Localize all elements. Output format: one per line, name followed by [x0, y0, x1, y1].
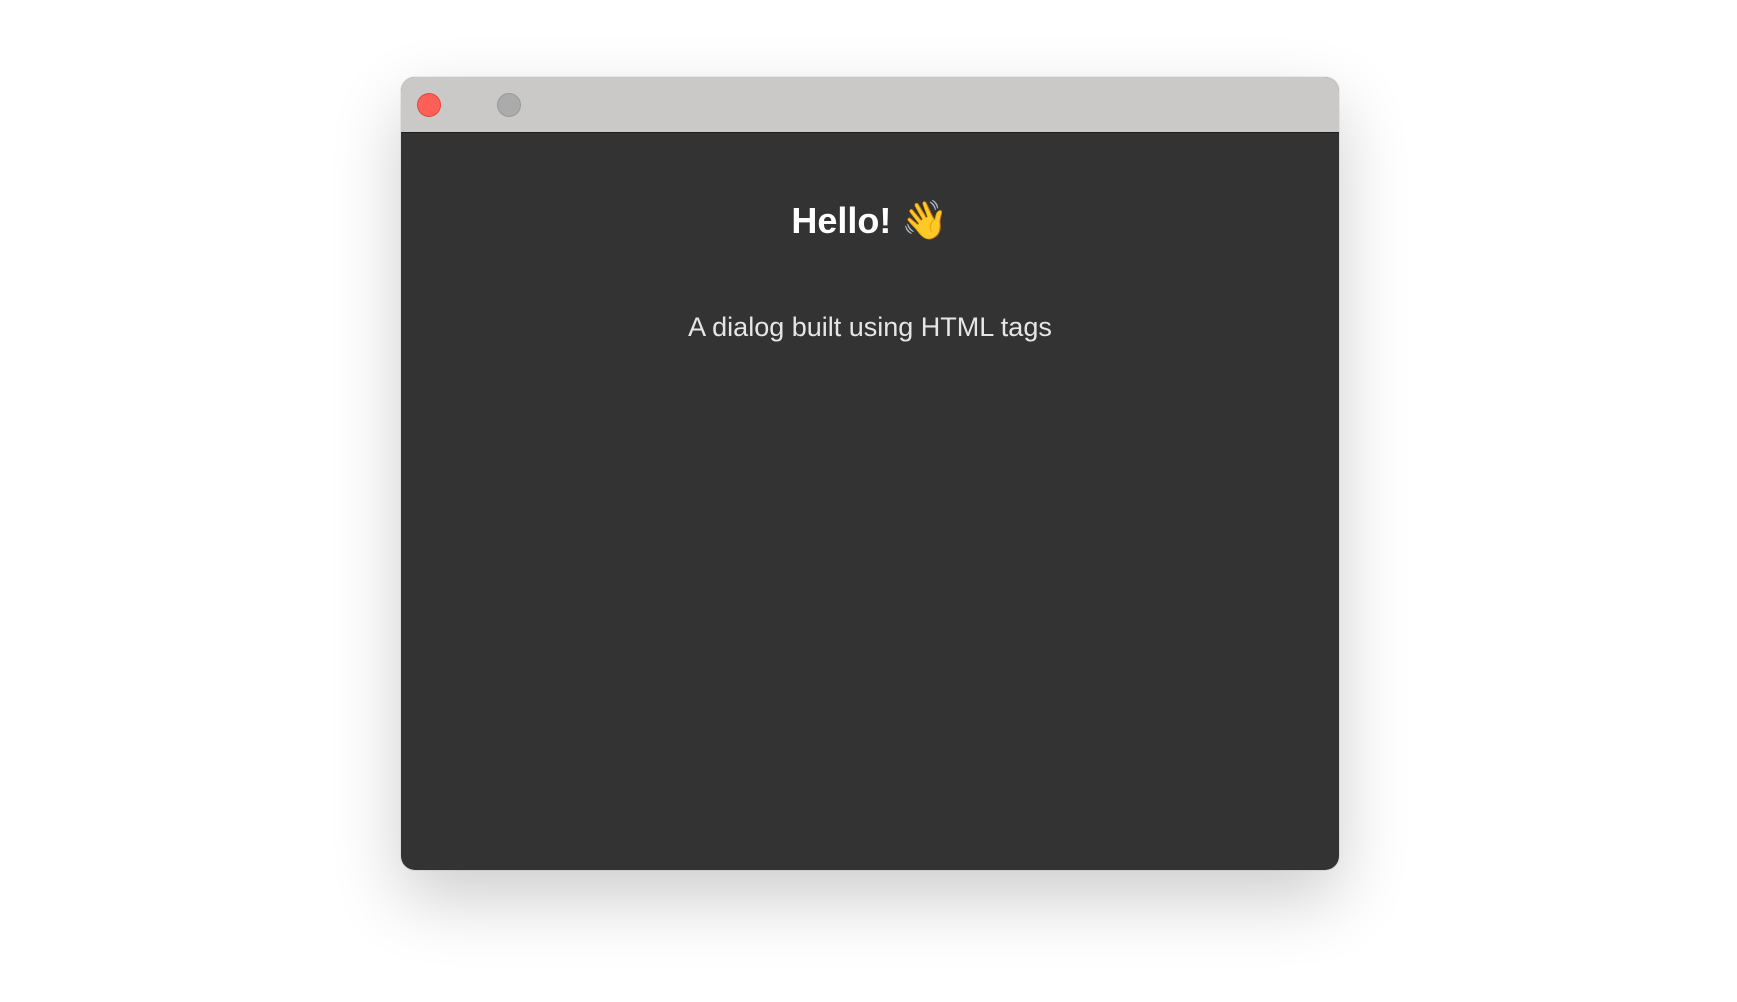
dialog-heading: Hello! 👋 [401, 199, 1339, 243]
dialog-subtitle: A dialog built using HTML tags [688, 312, 1052, 342]
zoom-button-icon[interactable] [497, 93, 521, 117]
dialog-window: Hello! 👋 A dialog built using HTML tags [401, 77, 1339, 870]
title-bar[interactable] [401, 77, 1339, 133]
heading-text: Hello! [791, 200, 892, 241]
waving-hand-icon: 👋 [901, 200, 949, 242]
close-button-icon[interactable] [417, 93, 441, 117]
dialog-content: Hello! 👋 A dialog built using HTML tags [401, 133, 1339, 870]
